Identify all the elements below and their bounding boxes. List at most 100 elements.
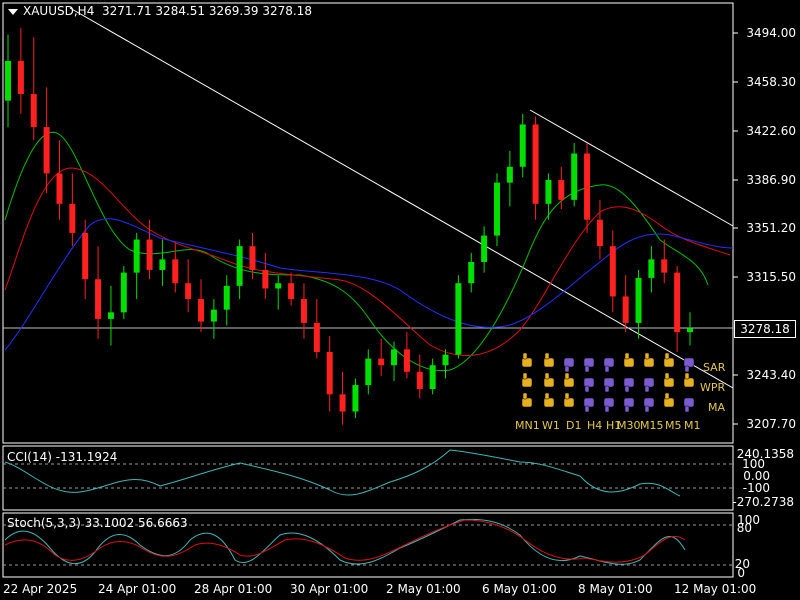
- price-chart[interactable]: [0, 0, 800, 600]
- candle-body: [249, 246, 256, 270]
- candle-body: [300, 299, 307, 323]
- candle-body: [455, 283, 462, 355]
- open-value: 3271.71: [101, 4, 152, 18]
- candle-body: [223, 285, 230, 310]
- cci-title: CCI(14) -131.1924: [7, 450, 118, 464]
- candle-body: [146, 239, 153, 270]
- time-label: 30 Apr 01:00: [290, 582, 369, 596]
- thumb-down-icon: [683, 357, 695, 373]
- tf-label-mn1: MN1: [515, 419, 540, 432]
- candle-body: [661, 259, 668, 273]
- candle-body: [95, 279, 102, 319]
- candle-body: [687, 328, 693, 333]
- current-price-tag: 3278.18: [734, 320, 796, 338]
- candle-body: [609, 246, 616, 297]
- candle-body: [326, 352, 333, 395]
- tf-label-m5: M5: [665, 419, 682, 432]
- thumb-up-icon: [663, 352, 675, 368]
- candle-body: [17, 60, 24, 94]
- thumb-up-icon: [521, 372, 533, 388]
- time-label: 24 Apr 01:00: [98, 582, 177, 596]
- candle-body: [635, 277, 642, 323]
- thumb-down-icon: [683, 397, 695, 413]
- thumb-up-icon: [563, 392, 575, 408]
- candle-body: [120, 272, 127, 313]
- candle-body: [481, 235, 488, 263]
- candle-body: [442, 354, 449, 366]
- ind-label-ma: MA: [708, 401, 726, 414]
- candle-body: [416, 371, 423, 390]
- thumb-down-icon: [643, 397, 655, 413]
- candle-body: [5, 60, 11, 101]
- candle-body: [185, 283, 192, 300]
- time-label: 22 Apr 2025: [3, 582, 78, 596]
- candle-body: [56, 173, 63, 204]
- candle-body: [172, 259, 179, 284]
- thumb-up-icon: [683, 372, 695, 388]
- collapse-triangle-icon[interactable]: [8, 8, 18, 15]
- price-label: 3494.00: [746, 26, 796, 40]
- thumb-down-icon: [603, 377, 615, 393]
- price-label: 3243.40: [746, 368, 796, 382]
- price-label: 3422.60: [746, 124, 796, 138]
- price-label: 3207.70: [746, 417, 796, 431]
- thumb-up-icon: [521, 352, 533, 368]
- price-label: 3386.90: [746, 173, 796, 187]
- thumb-up-icon: [543, 392, 555, 408]
- tf-label-m30: M30: [617, 419, 641, 432]
- thumb-up-icon: [543, 352, 555, 368]
- ind-label-sar: SAR: [703, 361, 726, 374]
- thumb-down-icon: [583, 397, 595, 413]
- thumb-up-icon: [643, 352, 655, 368]
- candle-body: [532, 124, 539, 204]
- candle-body: [648, 259, 655, 278]
- candle-body: [107, 312, 114, 319]
- candle-body: [584, 153, 591, 220]
- candle-body: [275, 283, 282, 289]
- tf-label-m15: M15: [640, 419, 664, 432]
- thumb-down-icon: [623, 377, 635, 393]
- tf-label-d1: D1: [566, 419, 582, 432]
- candle-body: [82, 232, 89, 280]
- price-label: 3315.50: [746, 270, 796, 284]
- thumb-down-icon: [623, 397, 635, 413]
- thumb-up-icon: [521, 392, 533, 408]
- close-value: 3278.18: [262, 4, 312, 18]
- candle-body: [571, 153, 578, 200]
- tf-label-w1: W1: [542, 419, 560, 432]
- thumb-down-icon: [603, 397, 615, 413]
- candle-body: [365, 358, 372, 386]
- candle-body: [288, 283, 295, 300]
- thumb-up-icon: [543, 372, 555, 388]
- candle-body: [378, 358, 385, 366]
- low-value: 3269.39: [208, 4, 259, 18]
- candle-body: [674, 272, 681, 333]
- stoch-level-label: 80: [736, 521, 752, 535]
- chart-header: XAUUSD,H4 3271.71 3284.51 3269.39 3278.1…: [8, 4, 312, 18]
- ma-slow-line: [4, 218, 734, 351]
- candle-body: [429, 365, 436, 390]
- time-label: 28 Apr 01:00: [194, 582, 273, 596]
- cci-level-label: -100: [742, 481, 770, 495]
- thumb-down-icon: [643, 377, 655, 393]
- candle-body: [506, 166, 513, 183]
- signal-thumbs-panel: [521, 352, 695, 413]
- candle-body: [622, 296, 629, 323]
- stoch-title: Stoch(5,3,3) 33.1002 56.6663: [7, 516, 188, 530]
- thumb-up-icon: [623, 352, 635, 368]
- thumb-down-icon: [603, 357, 615, 373]
- candle-body: [133, 239, 140, 273]
- thumb-up-icon: [663, 372, 675, 388]
- thumb-down-icon: [563, 357, 575, 373]
- tf-label-m1: M1: [684, 419, 701, 432]
- time-label: 12 May 01:00: [674, 582, 757, 596]
- candle-body: [493, 182, 500, 236]
- time-label: 8 May 01:00: [578, 582, 653, 596]
- trendline-upper[interactable]: [69, 7, 734, 389]
- thumb-down-icon: [583, 377, 595, 393]
- candle-body: [236, 246, 243, 286]
- ind-label-wpr: WPR: [700, 381, 726, 394]
- price-label: 3351.20: [746, 221, 796, 235]
- candle-body: [262, 269, 269, 289]
- candle-body: [545, 180, 552, 204]
